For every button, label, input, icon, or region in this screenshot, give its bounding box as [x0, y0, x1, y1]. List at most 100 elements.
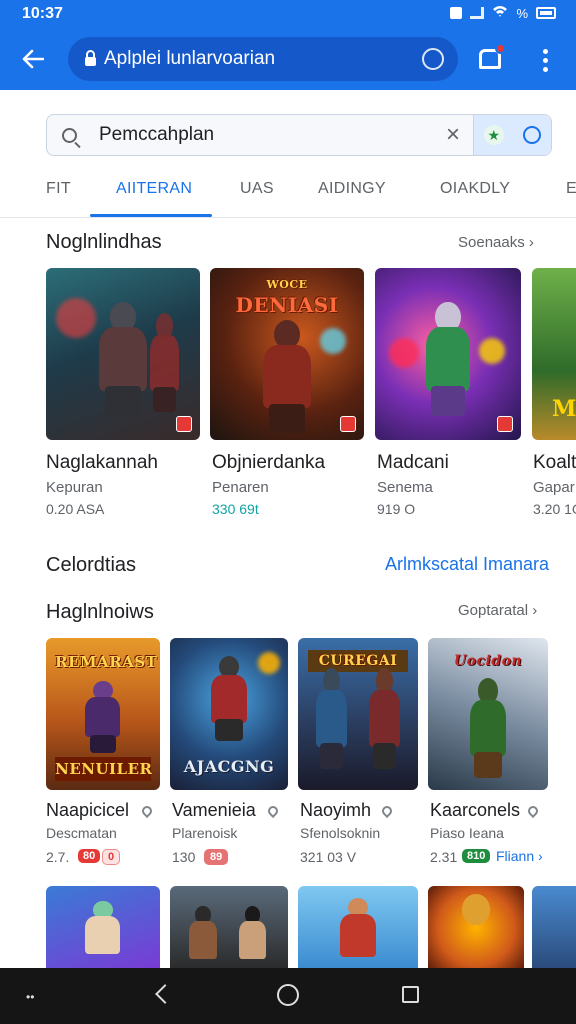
category-tabs: FIT AIITERAN UAS AIDINGY OIAKDLY E — [0, 166, 576, 218]
app-title: Vamenieia — [172, 800, 256, 820]
section-title: Haglnlnoiws — [46, 601, 154, 623]
star-badge-icon[interactable]: ★ — [483, 125, 504, 145]
art-banner-bottom: NENUILER — [55, 756, 152, 781]
app-meta: 919 O — [377, 501, 416, 517]
app-thumbnail — [375, 268, 521, 440]
search-input[interactable] — [91, 124, 433, 146]
tab-switcher-icon[interactable] — [422, 48, 444, 70]
nav-back-button[interactable] — [150, 982, 176, 1008]
system-navigation-bar: •• — [0, 968, 576, 1024]
signal-icon — [470, 7, 485, 19]
app-thumbnail — [46, 886, 160, 970]
app-card[interactable] — [298, 886, 418, 970]
art-letter: M — [552, 396, 576, 422]
art-banner: AJACGNG — [183, 756, 275, 776]
app-title: Kaarconels — [430, 800, 521, 820]
pin-icon[interactable] — [139, 803, 155, 819]
pin-icon[interactable] — [525, 803, 541, 819]
app-subtitle: Penaren — [212, 479, 269, 496]
app-card[interactable] — [170, 886, 288, 970]
app-meta: 130 — [172, 849, 196, 865]
character-art — [201, 656, 258, 742]
battery-percent: % — [516, 5, 528, 21]
character-art — [250, 319, 324, 434]
pin-icon[interactable] — [379, 803, 395, 819]
section-action-link[interactable]: Arlmkscatal Imanara — [385, 554, 549, 575]
rating-chip: 89 — [204, 849, 229, 865]
chevron-right-icon: › — [538, 848, 543, 864]
app-badge-icon — [497, 416, 513, 432]
notification-dot — [495, 43, 506, 54]
app-card[interactable]: AJACGNG — [170, 638, 288, 790]
app-subtitle: Piaso Ieana — [430, 825, 504, 841]
app-card[interactable]: REMARAST NENUILER — [46, 638, 160, 790]
pin-icon[interactable] — [265, 803, 281, 819]
section-title: Noglnlindhas — [46, 231, 162, 253]
app-title: Koalt — [533, 452, 576, 473]
app-card[interactable]: M — [532, 268, 576, 440]
tab-oiakdly[interactable]: OIAKDLY — [440, 180, 510, 198]
back-button[interactable] — [14, 40, 52, 78]
rating-chip: 810 — [462, 849, 491, 863]
app-badge-icon — [176, 416, 192, 432]
app-title: Madcani — [377, 452, 449, 473]
section-see-all-link[interactable]: Goptaratal › — [458, 602, 537, 619]
active-tab-indicator — [90, 214, 212, 217]
address-bar[interactable]: Aplplei lunlarvoarian — [68, 37, 458, 81]
app-meta: 2.7. — [46, 849, 70, 865]
tab-aidingy[interactable]: AIDINGY — [318, 180, 386, 198]
app-thumbnail — [428, 886, 524, 970]
app-card[interactable]: Uocidon — [428, 638, 548, 790]
nav-recents-button[interactable] — [402, 986, 419, 1003]
app-thumbnail: AJACGNG — [170, 638, 288, 790]
app-thumbnail — [46, 268, 200, 440]
voice-ring-icon[interactable] — [523, 126, 542, 144]
wifi-icon — [492, 5, 508, 21]
search-box: × ★ — [46, 114, 552, 156]
more-vert-icon[interactable] — [530, 45, 560, 75]
app-subtitle: Descmatan — [46, 825, 117, 841]
tab-uas[interactable]: UAS — [240, 180, 274, 198]
app-card[interactable] — [428, 886, 524, 970]
nav-home-button[interactable] — [277, 984, 299, 1006]
more-link[interactable]: Fliann › — [496, 848, 543, 864]
art-banner: DENIASI — [235, 293, 339, 318]
app-thumbnail: REMARAST NENUILER — [46, 638, 160, 790]
tab-e[interactable]: E — [566, 180, 576, 198]
app-badge-icon — [340, 416, 356, 432]
app-title: Objnierdanka — [212, 452, 326, 473]
status-icons: % — [450, 5, 556, 21]
notification-icon — [450, 7, 463, 19]
search-actions[interactable]: ★ — [473, 115, 551, 155]
app-thumbnail: M — [532, 268, 576, 440]
art-banner: Uocidon — [453, 653, 523, 670]
app-title: Naoyimh — [300, 800, 372, 820]
app-card[interactable]: WOCE DENIASI — [210, 268, 364, 440]
app-card[interactable] — [46, 886, 160, 970]
app-thumbnail — [170, 886, 288, 970]
app-card[interactable] — [532, 886, 576, 970]
chevron-right-icon: › — [528, 234, 534, 251]
app-title: Naglakannah — [46, 452, 158, 473]
see-all-label: Goptaratal — [458, 602, 529, 619]
app-card[interactable] — [46, 268, 200, 440]
tab-aiiteran[interactable]: AIITERAN — [116, 180, 192, 198]
app-title: Naapicicel — [46, 800, 130, 820]
app-meta: 330 69t — [212, 501, 259, 517]
app-subtitle: Gapar — [533, 479, 575, 496]
url-text: Aplplei lunlarvoarian — [104, 48, 276, 69]
app-card[interactable]: CUREGAI — [298, 638, 418, 790]
rating-chip: 80 — [78, 849, 101, 863]
app-card[interactable] — [375, 268, 521, 440]
tab-fit[interactable]: FIT — [46, 180, 71, 198]
battery-icon — [536, 7, 556, 19]
account-button[interactable] — [476, 43, 506, 73]
app-subtitle: Sfenolsoknin — [300, 825, 381, 841]
close-icon[interactable]: × — [433, 121, 473, 149]
see-all-label: Soenaaks — [458, 234, 525, 251]
nav-indicator-icon: •• — [26, 990, 35, 1004]
app-meta: 3.20 1G — [533, 501, 576, 517]
search-icon[interactable] — [47, 127, 91, 143]
app-thumbnail — [298, 886, 418, 970]
section-see-all-link[interactable]: Soenaaks › — [458, 234, 534, 251]
